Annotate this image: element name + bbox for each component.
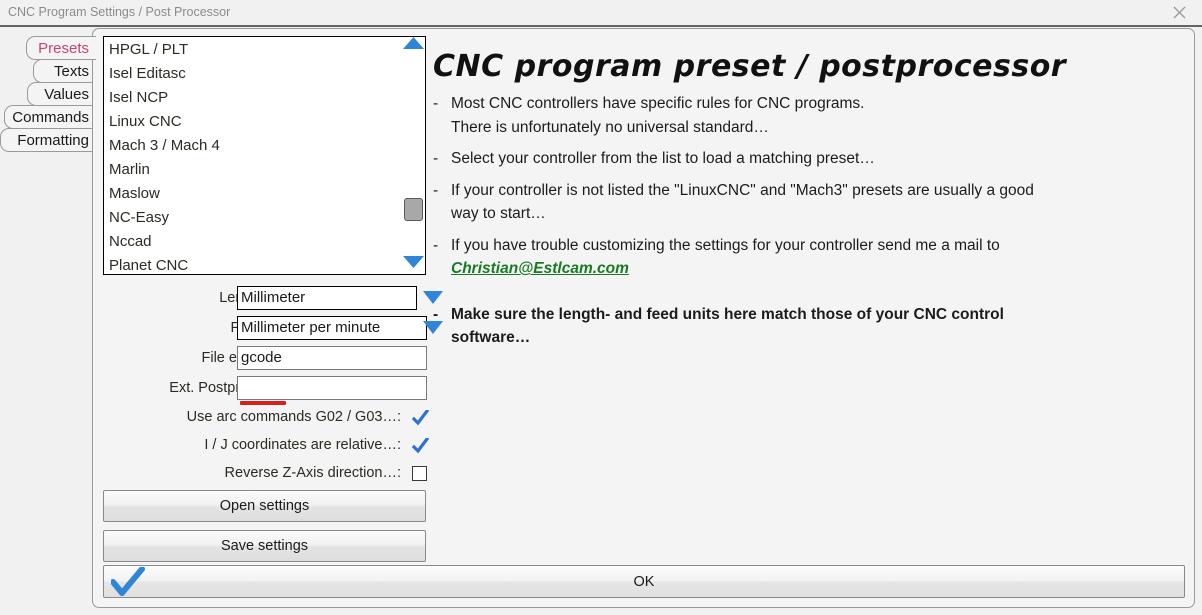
save-settings-button[interactable]: Save settings (103, 530, 426, 562)
open-settings-button[interactable]: Open settings (103, 490, 426, 522)
list-item[interactable]: Maslow (107, 182, 401, 206)
checkmark-icon (411, 436, 430, 459)
scroll-down-button[interactable] (402, 256, 425, 274)
doc-paragraph-3: - If your controller is not listed the "… (433, 179, 1163, 226)
reverse-z-label: Reverse Z-Axis direction…: (224, 465, 401, 481)
list-item[interactable]: Planet CNC (107, 254, 401, 274)
doc-line: Make sure the length- and feed units her… (451, 305, 1004, 323)
tab-label: Presets (38, 39, 89, 57)
bullet-dash: - (433, 236, 439, 254)
list-item[interactable]: NC-Easy (107, 206, 401, 230)
file-extension-row: File extension: gcode (103, 346, 436, 370)
length-unit-row: Length unit: Millimeter (103, 286, 443, 310)
email-link[interactable]: Christian@Estlcam.com (451, 260, 629, 277)
feed-unit-row: Feed unit: Millimeter per minute (103, 316, 443, 340)
ok-label: OK (633, 573, 655, 590)
list-item[interactable]: Nccad (107, 230, 401, 254)
list-item[interactable]: Linux CNC (107, 110, 401, 134)
tab-texts[interactable]: Texts (33, 59, 97, 83)
doc-title: CNC program preset / postprocessor (433, 49, 1067, 84)
preset-list-items: HPGL / PLT Isel Editasc Isel NCP Linux C… (104, 37, 401, 274)
doc-line: way to start… (451, 205, 546, 222)
scrollbar-thumb[interactable] (404, 198, 423, 221)
doc-line: There is unfortunately no universal stan… (451, 118, 769, 136)
doc-paragraph-2: - Select your controller from the list t… (433, 147, 1163, 171)
list-item[interactable]: Isel NCP (107, 86, 401, 110)
doc-line: Most CNC controllers have specific rules… (451, 95, 865, 112)
tab-label: Formatting (17, 131, 89, 149)
window-title: CNC Program Settings / Post Processor (8, 5, 231, 19)
tab-label: Texts (53, 62, 89, 80)
file-extension-input[interactable]: gcode (237, 346, 427, 370)
tab-label: Commands (12, 108, 89, 126)
list-item[interactable]: Marlin (107, 158, 401, 182)
tab-strip: Presets Texts Values Commands Formatting (0, 36, 97, 166)
triangle-down-icon (403, 256, 424, 274)
window-titlebar: CNC Program Settings / Post Processor (0, 0, 1202, 27)
ok-button[interactable]: OK (103, 565, 1185, 598)
save-settings-label: Save settings (220, 538, 309, 554)
left-form-column: HPGL / PLT Isel Editasc Isel NCP Linux C… (103, 36, 443, 566)
list-item[interactable]: HPGL / PLT (107, 38, 401, 62)
tab-formatting[interactable]: Formatting (0, 128, 97, 152)
ext-postprocessor-input[interactable] (237, 376, 427, 400)
doc-paragraph-1: - Most CNC controllers have specific rul… (433, 92, 1163, 139)
settings-panel: HPGL / PLT Isel Editasc Isel NCP Linux C… (92, 28, 1195, 608)
arc-commands-row: Use arc commands G02 / G03…: (103, 406, 430, 428)
arc-commands-checkbox[interactable] (411, 408, 430, 426)
ij-relative-label: I / J coordinates are relative…: (204, 437, 401, 453)
doc-paragraph-4: - If you have trouble customizing the se… (433, 234, 1163, 281)
preset-listbox[interactable]: HPGL / PLT Isel Editasc Isel NCP Linux C… (103, 36, 426, 275)
close-icon (1173, 6, 1186, 19)
tab-presets[interactable]: Presets (26, 36, 97, 60)
tab-label: Values (44, 85, 89, 103)
spellcheck-error-underline (240, 401, 286, 405)
reverse-z-checkbox[interactable] (412, 466, 427, 481)
blue-checkmark-icon (110, 566, 145, 597)
list-item[interactable]: Mach 3 / Mach 4 (107, 134, 401, 158)
preset-list-scrollbar[interactable] (401, 37, 425, 274)
doc-line: If you have trouble customizing the sett… (451, 236, 1000, 254)
ij-relative-row: I / J coordinates are relative…: (103, 434, 430, 456)
documentation-pane: CNC program preset / postprocessor - Mos… (433, 37, 1185, 565)
doc-line: If your controller is not listed the "Li… (451, 181, 1034, 199)
ij-relative-checkbox[interactable] (411, 436, 430, 454)
bullet-dash: - (433, 181, 439, 199)
tab-commands[interactable]: Commands (4, 105, 97, 129)
doc-line: Select your controller from the list to … (451, 150, 875, 167)
checkmark-icon (411, 408, 430, 431)
arc-commands-label: Use arc commands G02 / G03…: (186, 409, 401, 425)
tab-values[interactable]: Values (27, 82, 97, 106)
doc-line: software… (451, 329, 531, 346)
bullet-dash: - (433, 95, 439, 112)
scroll-up-button[interactable] (402, 37, 425, 55)
bullet-dash: - (433, 150, 439, 167)
length-unit-input[interactable]: Millimeter (237, 286, 417, 310)
close-button[interactable] (1157, 0, 1202, 25)
doc-paragraph-5: - Make sure the length- and feed units h… (433, 303, 1163, 350)
feed-unit-input[interactable]: Millimeter per minute (237, 316, 427, 340)
list-item[interactable]: Isel Editasc (107, 62, 401, 86)
triangle-up-icon (403, 37, 424, 55)
reverse-z-row: Reverse Z-Axis direction…: (103, 462, 427, 484)
bullet-dash: - (433, 305, 439, 323)
ext-postprocessor-row: Ext. Postprocessor: (103, 376, 436, 400)
open-settings-label: Open settings (219, 498, 310, 514)
